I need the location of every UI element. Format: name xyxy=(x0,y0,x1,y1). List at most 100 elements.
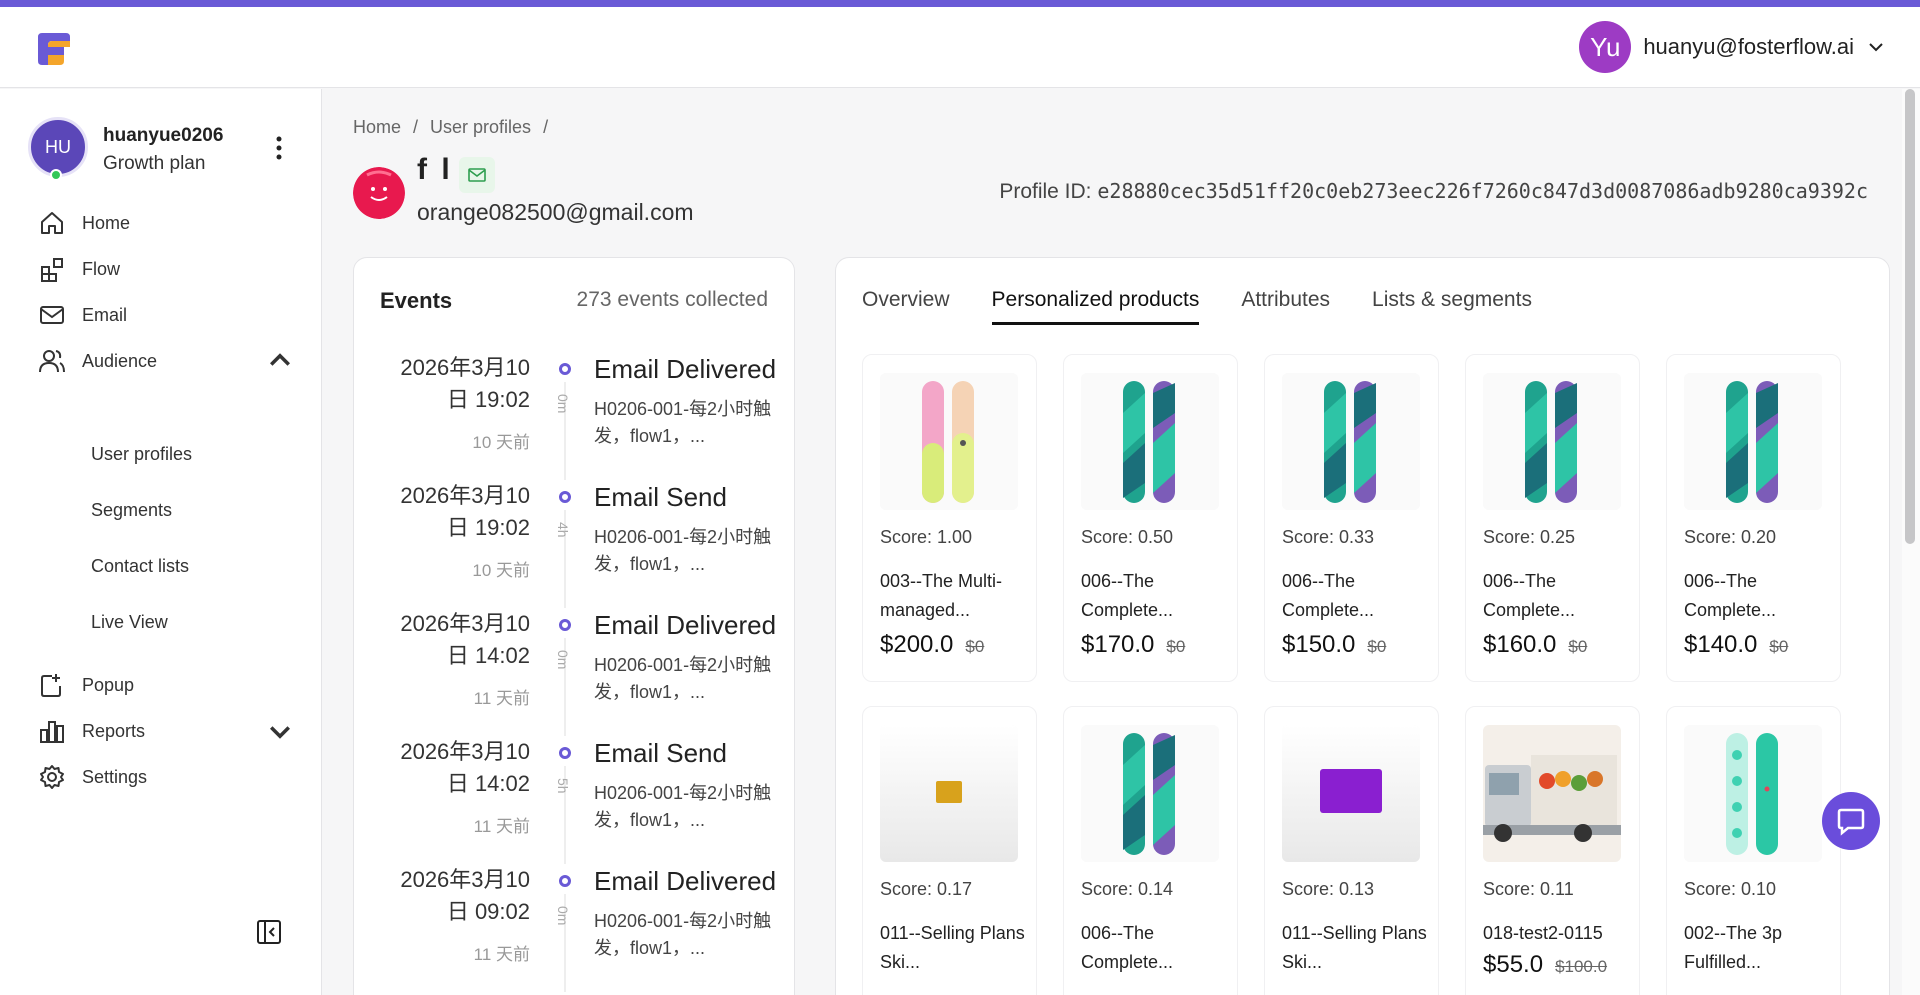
product-card[interactable]: Score: 0.33 006--The Complete... $150.0 $… xyxy=(1264,354,1439,682)
collapse-sidebar-icon[interactable] xyxy=(256,919,282,945)
profile-detail-panel: Overview Personalized products Attribute… xyxy=(835,257,1890,995)
event-description: H0206-001-每2小时触发，flow1，... xyxy=(594,783,772,830)
product-original-price: $0 xyxy=(965,637,985,656)
product-price: $55.0 $100.0 xyxy=(1483,951,1608,978)
sidebar-item-email[interactable]: Email xyxy=(38,297,294,333)
event-description: H0206-001-每2小时触发，flow1，... xyxy=(594,655,772,702)
product-title: 018-test2-0115 xyxy=(1483,923,1603,943)
product-price xyxy=(1081,983,1093,995)
mail-icon xyxy=(40,306,64,324)
chevron-down-icon xyxy=(270,726,290,739)
home-icon xyxy=(41,212,63,234)
product-score: Score: 0.14 xyxy=(1081,879,1174,899)
product-card[interactable]: Score: 0.11 018-test2-0115 $55.0 $100.0 xyxy=(1465,706,1640,995)
product-card[interactable]: Score: 0.17 011--Selling Plans Ski... xyxy=(862,706,1037,995)
sidebar-item-label: Reports xyxy=(82,720,146,741)
product-price: $170.0 $0 xyxy=(1081,631,1186,658)
sidebar-subitem-user-profiles[interactable]: User profiles xyxy=(91,444,192,465)
sidebar-subitem-live-view[interactable]: Live View xyxy=(91,612,168,633)
event-relative-time: 10 天前 xyxy=(472,561,530,580)
event-item[interactable]: 2026年3月10 日 09:02 11 天前 0m Email Delivere… xyxy=(354,864,794,992)
sidebar-item-flow[interactable]: Flow xyxy=(38,251,294,287)
product-price: $160.0 $0 xyxy=(1483,631,1588,658)
page-scrollbar-thumb[interactable] xyxy=(1905,89,1915,544)
user-email: huanyu@fosterflow.ai xyxy=(1643,34,1854,59)
event-duration: 0m xyxy=(555,394,571,414)
chevron-down-icon xyxy=(1869,43,1883,52)
mail-icon xyxy=(468,168,486,182)
tab-personalized-products[interactable]: Personalized products xyxy=(991,288,1200,325)
product-title: 006--The Complete... xyxy=(1684,571,1777,620)
timeline-dot xyxy=(559,747,571,759)
event-type: Email Delivered xyxy=(594,866,777,896)
event-item[interactable]: 2026年3月10 日 14:02 11 天前 5h Email Send H02… xyxy=(354,736,794,864)
sidebar-item-home[interactable]: Home xyxy=(38,205,294,241)
timeline-dot xyxy=(559,363,571,375)
profile-id-value: e28880cec35d51ff20c0eb273eec226f7260c847… xyxy=(1097,179,1868,203)
tab-lists-segments[interactable]: Lists & segments xyxy=(1372,288,1532,325)
popup-icon xyxy=(41,674,61,697)
product-score: Score: 0.25 xyxy=(1483,527,1576,547)
user-menu[interactable]: Yu huanyu@fosterflow.ai xyxy=(1579,21,1886,73)
product-card[interactable]: Score: 0.25 006--The Complete... $160.0 $… xyxy=(1465,354,1640,682)
product-card[interactable]: Score: 0.14 006--The Complete... xyxy=(1063,706,1238,995)
chat-button[interactable] xyxy=(1822,792,1880,850)
fosterflow-logo[interactable] xyxy=(34,29,74,69)
sidebar-item-settings[interactable]: Settings xyxy=(38,759,294,795)
breadcrumb: Home / User profiles / xyxy=(353,117,548,138)
product-original-price: $0 xyxy=(1568,637,1588,656)
main-content: Home / User profiles / f l orange082500@… xyxy=(323,89,1920,995)
event-relative-time: 11 天前 xyxy=(473,817,530,836)
event-item[interactable]: 2026年3月10 日 19:02 10 天前 0m Email Delivere… xyxy=(354,352,794,480)
breadcrumb-separator: / xyxy=(543,117,549,137)
top-bar: Yu huanyu@fosterflow.ai xyxy=(0,7,1920,88)
product-score: Score: 0.33 xyxy=(1282,527,1375,547)
event-date: 2026年3月10 日 14:02 xyxy=(400,739,530,796)
sidebar-subitem-segments[interactable]: Segments xyxy=(91,500,172,521)
event-relative-time: 11 天前 xyxy=(473,689,530,708)
event-description: H0206-001-每2小时触发，flow1，... xyxy=(594,399,772,446)
event-item[interactable]: 2026年3月10 日 14:02 11 天前 0m Email Delivere… xyxy=(354,608,794,736)
product-card[interactable]: Score: 0.50 006--The Complete... $170.0 $… xyxy=(1063,354,1238,682)
snowboard-pastel-image xyxy=(880,373,1018,510)
profile-email: orange082500@gmail.com xyxy=(417,199,694,225)
events-title: Events xyxy=(380,288,453,313)
sidebar-item-label: Settings xyxy=(82,766,148,787)
product-card[interactable]: Score: 0.13 011--Selling Plans Ski... xyxy=(1264,706,1439,995)
more-vertical-icon[interactable] xyxy=(270,134,288,162)
sidebar-item-label: Email xyxy=(82,304,128,325)
product-score: Score: 0.20 xyxy=(1684,527,1777,547)
chat-icon xyxy=(1837,808,1865,836)
product-score: Score: 0.10 xyxy=(1684,879,1777,899)
event-type: Email Delivered xyxy=(594,354,777,384)
event-date: 2026年3月10 日 14:02 xyxy=(400,611,530,668)
event-type: Email Send xyxy=(594,482,727,512)
product-title: 006--The Complete... xyxy=(1483,571,1576,620)
tab-attributes[interactable]: Attributes xyxy=(1241,288,1330,325)
sidebar-item-reports[interactable]: Reports xyxy=(38,713,294,749)
event-description: H0206-001-每2小时触发，flow1，... xyxy=(594,911,772,958)
wax-yellow-image xyxy=(880,725,1018,862)
product-price: $140.0 $0 xyxy=(1684,631,1789,658)
breadcrumb-user-profiles[interactable]: User profiles xyxy=(430,117,531,138)
product-price xyxy=(880,983,892,995)
sidebar-subitem-contact-lists[interactable]: Contact lists xyxy=(91,556,189,577)
truck-photo-image xyxy=(1483,725,1621,862)
bar-chart-icon xyxy=(40,721,64,743)
events-count: 273 events collected xyxy=(576,288,768,311)
user-avatar: Yu xyxy=(1579,21,1632,73)
tab-overview[interactable]: Overview xyxy=(862,288,950,325)
event-duration: 0m xyxy=(555,906,571,926)
sidebar-item-label: Popup xyxy=(82,674,135,695)
product-card[interactable]: Score: 0.20 006--The Complete... $140.0 $… xyxy=(1666,354,1841,682)
event-item[interactable]: 2026年3月10 日 19:02 10 天前 4h Email Send H02… xyxy=(354,480,794,608)
product-card[interactable]: Score: 1.00 003--The Multi-managed... $2… xyxy=(862,354,1037,682)
timeline-dot xyxy=(559,619,571,631)
event-date: 2026年3月10 日 09:02 xyxy=(400,867,530,924)
product-card[interactable]: Score: 0.10 002--The 3p Fulfilled... xyxy=(1666,706,1841,995)
breadcrumb-home[interactable]: Home xyxy=(353,117,401,138)
timeline-dot xyxy=(559,491,571,503)
product-price: $200.0 $0 xyxy=(880,631,985,658)
sidebar-item-popup[interactable]: Popup xyxy=(38,667,294,703)
sidebar-item-audience[interactable]: Audience xyxy=(38,343,294,379)
